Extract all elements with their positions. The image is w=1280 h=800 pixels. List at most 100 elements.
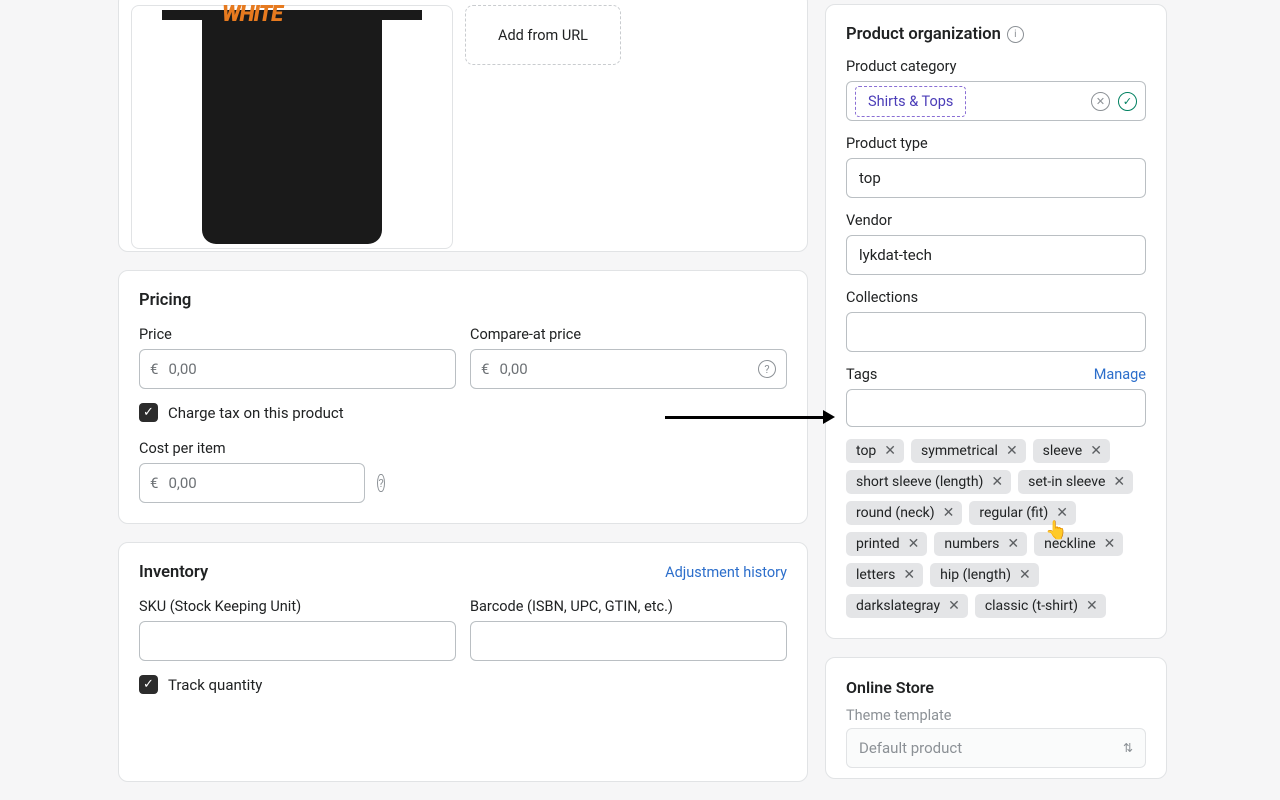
barcode-label: Barcode (ISBN, UPC, GTIN, etc.) bbox=[470, 598, 787, 615]
cost-input[interactable]: € ? bbox=[139, 463, 365, 503]
barcode-field[interactable] bbox=[471, 632, 786, 650]
remove-tag-icon[interactable]: ✕ bbox=[901, 567, 917, 583]
tag-text: letters bbox=[856, 567, 895, 583]
remove-tag-icon[interactable]: ✕ bbox=[1054, 505, 1070, 521]
tag-chip: neckline ✕ bbox=[1034, 532, 1123, 556]
media-card: WHITE Add from URL bbox=[118, 0, 808, 252]
online-store-title: Online Store bbox=[846, 678, 1146, 697]
tag-chip: symmetrical ✕ bbox=[911, 439, 1026, 463]
tag-text: neckline bbox=[1044, 536, 1096, 552]
org-title: Product organization bbox=[846, 25, 1001, 44]
remove-tag-icon[interactable]: ✕ bbox=[1005, 536, 1021, 552]
collections-input[interactable] bbox=[846, 312, 1146, 352]
adjustment-history-link[interactable]: Adjustment history bbox=[665, 564, 787, 581]
barcode-input[interactable] bbox=[470, 621, 787, 661]
tag-text: round (neck) bbox=[856, 505, 935, 521]
tag-chip: darkslategray ✕ bbox=[846, 594, 968, 618]
tag-chip: set-in sleeve ✕ bbox=[1018, 470, 1133, 494]
tags-label: Tags bbox=[846, 366, 877, 383]
remove-tag-icon[interactable]: ✕ bbox=[1102, 536, 1118, 552]
inventory-title: Inventory bbox=[139, 563, 208, 582]
help-icon[interactable]: ? bbox=[758, 360, 776, 378]
tax-checkbox[interactable]: ✓ bbox=[139, 403, 158, 422]
tag-chip: letters ✕ bbox=[846, 563, 923, 587]
tag-text: symmetrical bbox=[921, 443, 998, 459]
tag-chip: round (neck) ✕ bbox=[846, 501, 962, 525]
vendor-label: Vendor bbox=[846, 212, 1146, 229]
compare-label: Compare-at price bbox=[470, 326, 787, 343]
sku-input[interactable] bbox=[139, 621, 456, 661]
type-label: Product type bbox=[846, 135, 1146, 152]
tag-text: classic (t-shirt) bbox=[985, 598, 1078, 614]
compare-price-field[interactable] bbox=[499, 360, 758, 378]
category-chip[interactable]: Shirts & Tops bbox=[855, 86, 966, 117]
cost-label: Cost per item bbox=[139, 440, 365, 457]
tax-label: Charge tax on this product bbox=[168, 404, 344, 422]
theme-select[interactable]: Default product ⇅ bbox=[846, 728, 1146, 768]
price-label: Price bbox=[139, 326, 456, 343]
remove-tag-icon[interactable]: ✕ bbox=[882, 443, 898, 459]
type-input[interactable] bbox=[846, 158, 1146, 198]
tag-text: top bbox=[856, 443, 876, 459]
remove-tag-icon[interactable]: ✕ bbox=[906, 536, 922, 552]
tag-text: short sleeve (length) bbox=[856, 474, 983, 490]
price-field[interactable] bbox=[168, 360, 455, 378]
help-icon[interactable]: ? bbox=[377, 474, 384, 492]
collections-label: Collections bbox=[846, 289, 1146, 306]
tag-chip: numbers ✕ bbox=[934, 532, 1027, 556]
tag-chip: regular (fit) ✕ bbox=[969, 501, 1076, 525]
vendor-input[interactable] bbox=[846, 235, 1146, 275]
tags-input[interactable] bbox=[846, 389, 1146, 427]
check-icon: ✓ bbox=[143, 405, 154, 420]
tag-chip: classic (t-shirt) ✕ bbox=[975, 594, 1106, 618]
pricing-card: Pricing Price € Compare-at price € ? ✓ C… bbox=[118, 270, 808, 524]
tag-chip: sleeve ✕ bbox=[1033, 439, 1110, 463]
compare-price-input[interactable]: € ? bbox=[470, 349, 787, 389]
tag-text: printed bbox=[856, 536, 900, 552]
clear-category-icon[interactable]: ✕ bbox=[1091, 92, 1110, 111]
remove-tag-icon[interactable]: ✕ bbox=[989, 474, 1005, 490]
sku-label: SKU (Stock Keeping Unit) bbox=[139, 598, 456, 615]
annotation-arrow bbox=[665, 410, 835, 424]
product-image[interactable]: WHITE bbox=[131, 5, 453, 249]
sku-field[interactable] bbox=[140, 632, 455, 650]
remove-tag-icon[interactable]: ✕ bbox=[1088, 443, 1104, 459]
product-organization-card: Product organization i Product category … bbox=[825, 4, 1167, 639]
remove-tag-icon[interactable]: ✕ bbox=[946, 598, 962, 614]
category-label: Product category bbox=[846, 58, 1146, 75]
currency-symbol: € bbox=[140, 360, 168, 378]
theme-value: Default product bbox=[859, 739, 962, 757]
remove-tag-icon[interactable]: ✕ bbox=[941, 505, 957, 521]
tag-text: hip (length) bbox=[940, 567, 1011, 583]
pricing-title: Pricing bbox=[139, 291, 787, 310]
category-input[interactable]: Shirts & Tops ✕ ✓ bbox=[846, 81, 1146, 121]
tshirt-print: WHITE bbox=[222, 2, 282, 27]
remove-tag-icon[interactable]: ✕ bbox=[1017, 567, 1033, 583]
manage-tags-link[interactable]: Manage bbox=[1094, 366, 1146, 383]
tag-text: sleeve bbox=[1043, 443, 1083, 459]
tag-chip: short sleeve (length) ✕ bbox=[846, 470, 1011, 494]
chevron-updown-icon: ⇅ bbox=[1123, 741, 1133, 755]
tag-chip: top ✕ bbox=[846, 439, 904, 463]
confirm-category-icon[interactable]: ✓ bbox=[1118, 92, 1137, 111]
currency-symbol: € bbox=[140, 474, 168, 492]
remove-tag-icon[interactable]: ✕ bbox=[1111, 474, 1127, 490]
tag-text: set-in sleeve bbox=[1028, 474, 1105, 490]
remove-tag-icon[interactable]: ✕ bbox=[1004, 443, 1020, 459]
theme-label: Theme template bbox=[846, 707, 1146, 724]
remove-tag-icon[interactable]: ✕ bbox=[1084, 598, 1100, 614]
price-input[interactable]: € bbox=[139, 349, 456, 389]
tag-chip: hip (length) ✕ bbox=[930, 563, 1039, 587]
tag-chip: printed ✕ bbox=[846, 532, 927, 556]
tag-text: darkslategray bbox=[856, 598, 940, 614]
tag-text: numbers bbox=[944, 536, 999, 552]
add-from-url-button[interactable]: Add from URL bbox=[465, 5, 621, 65]
currency-symbol: € bbox=[471, 360, 499, 378]
inventory-card: Inventory Adjustment history SKU (Stock … bbox=[118, 542, 808, 782]
track-quantity-checkbox[interactable]: ✓ bbox=[139, 675, 158, 694]
track-quantity-label: Track quantity bbox=[168, 676, 262, 694]
info-icon[interactable]: i bbox=[1007, 26, 1024, 43]
tag-text: regular (fit) bbox=[979, 505, 1048, 521]
tags-list: top✕symmetrical✕sleeve✕short sleeve (len… bbox=[846, 439, 1146, 618]
cost-field[interactable] bbox=[168, 474, 377, 492]
